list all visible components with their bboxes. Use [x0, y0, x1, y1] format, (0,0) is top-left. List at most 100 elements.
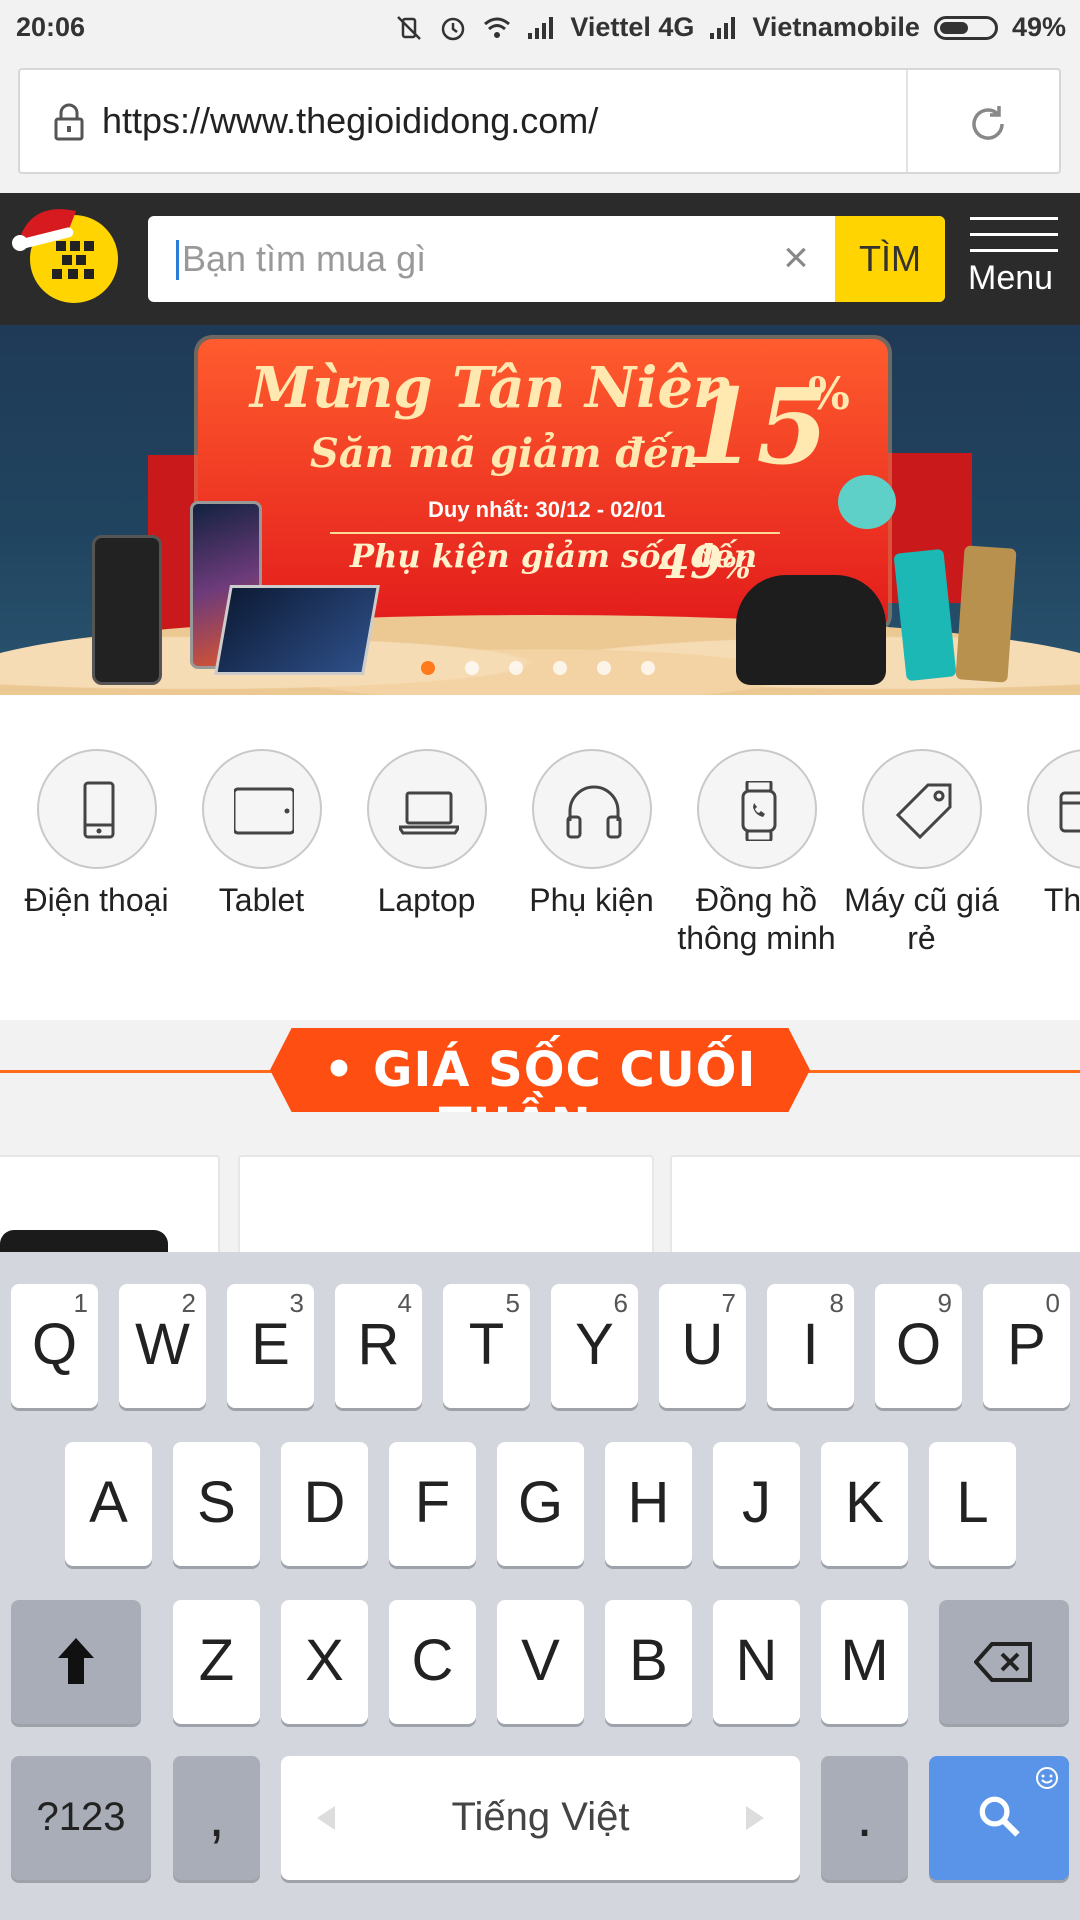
- battery-percent: 49%: [1011, 12, 1066, 42]
- category-phone[interactable]: Điện thoại: [14, 749, 179, 919]
- letter-key[interactable]: E3: [227, 1284, 314, 1408]
- product-card[interactable]: [670, 1155, 1080, 1255]
- carousel-dot[interactable]: [509, 661, 523, 675]
- carousel-dots: [0, 661, 1080, 681]
- letter-key-label: O: [895, 1312, 942, 1377]
- letter-key[interactable]: B: [605, 1600, 692, 1724]
- letter-key[interactable]: Q1: [11, 1284, 98, 1408]
- letter-key[interactable]: M: [821, 1600, 908, 1724]
- symbols-key[interactable]: ?123: [11, 1756, 151, 1880]
- battery-icon: [933, 15, 998, 40]
- letter-key[interactable]: J: [713, 1442, 800, 1566]
- key-hint-number: 6: [613, 1288, 628, 1318]
- category-laptop[interactable]: Laptop: [344, 749, 509, 919]
- letter-key[interactable]: I8: [767, 1284, 854, 1408]
- promo-banner[interactable]: Mừng Tân Niên Săn mã giảm đến 15 % Duy n…: [0, 325, 1080, 695]
- hamburger-icon: [970, 217, 1058, 220]
- letter-key[interactable]: Z: [173, 1600, 260, 1724]
- category-label: Laptop: [377, 882, 476, 918]
- letter-key[interactable]: K: [821, 1442, 908, 1566]
- letter-key[interactable]: R4: [335, 1284, 422, 1408]
- backspace-key[interactable]: [939, 1600, 1069, 1724]
- category-label: Thẻ S: [1043, 882, 1080, 918]
- period-key[interactable]: .: [821, 1756, 908, 1880]
- letter-key-label: P: [1007, 1312, 1046, 1377]
- banner-subheadline: Săn mã giảm đến: [310, 430, 698, 477]
- banner-accessories-number: 49: [658, 535, 723, 589]
- letter-key-label: K: [845, 1470, 884, 1535]
- search-button[interactable]: TÌM: [835, 216, 945, 302]
- search-action-key[interactable]: [929, 1756, 1069, 1880]
- banner-accessories-percent: 49%: [658, 535, 751, 589]
- category-cards[interactable]: Thẻ S: [1004, 749, 1080, 919]
- letter-key[interactable]: F: [389, 1442, 476, 1566]
- letter-key[interactable]: S: [173, 1442, 260, 1566]
- site-logo[interactable]: [10, 193, 122, 305]
- letter-key[interactable]: X: [281, 1600, 368, 1724]
- letter-key[interactable]: N: [713, 1600, 800, 1724]
- site-search-box[interactable]: × TÌM: [148, 216, 945, 302]
- letter-key-label: B: [629, 1628, 668, 1693]
- shift-key[interactable]: [11, 1600, 141, 1724]
- comma-key-label: ,: [208, 1784, 225, 1849]
- letter-key[interactable]: W2: [119, 1284, 206, 1408]
- category-accessories[interactable]: Phụ kiện: [509, 749, 674, 919]
- key-hint-number: 3: [289, 1288, 304, 1318]
- letter-key-label: G: [517, 1470, 564, 1535]
- banner-percent-sign: %: [808, 369, 850, 420]
- key-hint-number: 7: [721, 1288, 736, 1318]
- carousel-dot[interactable]: [465, 661, 479, 675]
- category-used-phones[interactable]: Máy cũ giá rẻ: [839, 749, 1004, 957]
- signal-icon: [710, 16, 736, 39]
- carousel-dot[interactable]: [421, 661, 435, 675]
- smartwatch-icon: [741, 781, 776, 841]
- key-hint-number: 5: [505, 1288, 520, 1318]
- price-tag-icon: [895, 783, 951, 840]
- clear-icon[interactable]: ×: [776, 236, 816, 280]
- chevron-left-icon: [317, 1806, 335, 1830]
- mute-vibrate-icon: [397, 15, 422, 40]
- carousel-dot[interactable]: [553, 661, 567, 675]
- carrier-1: Viettel 4G: [570, 12, 695, 42]
- letter-key[interactable]: O9: [875, 1284, 962, 1408]
- letter-key-label: W: [135, 1312, 190, 1377]
- letter-key[interactable]: L: [929, 1442, 1016, 1566]
- category-label: Tablet: [218, 882, 305, 918]
- banner-dates: Duy nhất: 30/12 - 02/01: [428, 497, 666, 522]
- space-key[interactable]: Tiếng Việt: [281, 1756, 800, 1880]
- category-tablet[interactable]: Tablet: [179, 749, 344, 919]
- letter-key-label: R: [357, 1312, 400, 1377]
- category-circle: [36, 749, 157, 869]
- deals-title-badge: • GIÁ SỐC CUỐI TUẦN •: [270, 1028, 810, 1112]
- carousel-dot[interactable]: [641, 661, 655, 675]
- comma-key[interactable]: ,: [173, 1756, 260, 1880]
- letter-key[interactable]: C: [389, 1600, 476, 1724]
- letter-key[interactable]: U7: [659, 1284, 746, 1408]
- letter-key[interactable]: V: [497, 1600, 584, 1724]
- letter-key[interactable]: H: [605, 1442, 692, 1566]
- emoji-icon: [1036, 1767, 1058, 1789]
- backspace-icon: [974, 1642, 1032, 1682]
- letter-key[interactable]: Y6: [551, 1284, 638, 1408]
- product-card[interactable]: [238, 1155, 654, 1255]
- key-hint-number: 8: [829, 1288, 844, 1318]
- site-header: × TÌM Menu: [0, 193, 1080, 325]
- search-input[interactable]: [182, 216, 742, 302]
- period-key-label: .: [856, 1784, 873, 1849]
- reload-icon[interactable]: [966, 102, 1010, 146]
- letter-key[interactable]: D: [281, 1442, 368, 1566]
- letter-key[interactable]: G: [497, 1442, 584, 1566]
- laptop-icon: [398, 791, 459, 835]
- letter-key[interactable]: P0: [983, 1284, 1070, 1408]
- menu-button[interactable]: Menu: [966, 213, 1066, 313]
- letter-key[interactable]: T5: [443, 1284, 530, 1408]
- carousel-dot[interactable]: [597, 661, 611, 675]
- status-time: 20:06: [16, 12, 86, 42]
- address-bar[interactable]: https://www.thegioididong.com/: [18, 68, 1061, 174]
- lock-icon: [54, 103, 84, 141]
- letter-key[interactable]: A: [65, 1442, 152, 1566]
- url-text[interactable]: https://www.thegioididong.com/: [102, 100, 598, 142]
- weekend-deals-section: • GIÁ SỐC CUỐI TUẦN •: [0, 1020, 1080, 1255]
- category-smartwatch[interactable]: Đồng hồ thông minh: [674, 749, 839, 957]
- headphones-icon: [566, 785, 621, 839]
